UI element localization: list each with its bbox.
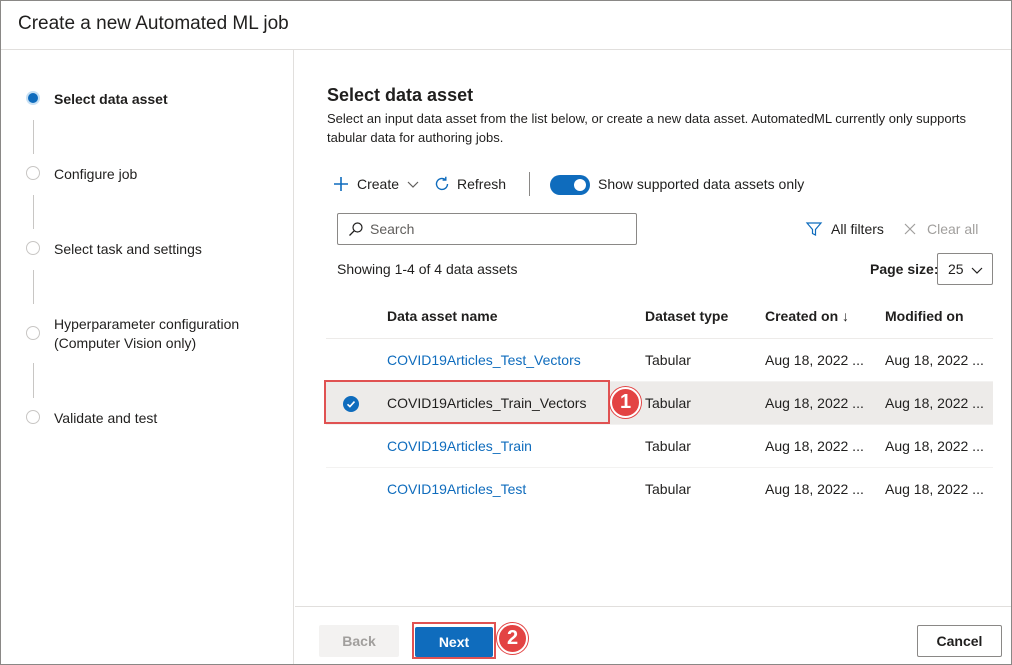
dialog-header: Create a new Automated ML job [1,1,1011,50]
refresh-button[interactable]: Refresh [433,172,506,196]
table-header: Data asset name Dataset type Created on … [326,295,993,339]
asset-modified: Aug 18, 2022 ... [885,352,984,368]
asset-type: Tabular [645,395,691,411]
step-connector [33,270,34,304]
search-input[interactable] [370,218,630,240]
asset-created: Aug 18, 2022 ... [765,481,864,497]
asset-created: Aug 18, 2022 ... [765,438,864,454]
checkmark-icon[interactable] [343,396,359,412]
column-header-type[interactable]: Dataset type [645,308,728,324]
callout-badge-1: 1 [610,387,641,418]
clear-all-button[interactable]: Clear all [903,218,978,240]
step-indicator-icon [26,410,40,424]
dialog-footer: Back Next Cancel [295,606,1011,664]
step-label: Hyperparameter configuration [54,316,240,332]
step-label: Configure job [54,166,138,182]
cancel-button[interactable]: Cancel [917,625,1002,657]
asset-name-link[interactable]: COVID19Articles_Train [387,438,532,454]
dialog-title: Create a new Automated ML job [18,13,289,34]
create-button[interactable]: Create [333,172,420,196]
step-connector [33,120,34,154]
step-label: Select task and settings [54,241,202,257]
filter-icon [805,222,823,236]
asset-type: Tabular [645,481,691,497]
table-row-selected[interactable]: COVID19Articles_Train_Vectors Tabular Au… [326,382,993,425]
page-size-label: Page size: [870,261,939,277]
step-indicator-icon [26,166,40,180]
chevron-down-icon [971,267,983,274]
column-header-name[interactable]: Data asset name [387,308,498,324]
step-active-indicator-icon [26,91,40,105]
asset-modified: Aug 18, 2022 ... [885,481,984,497]
search-box [337,213,637,245]
results-summary: Showing 1-4 of 4 data assets [337,261,518,277]
toolbar: Create Refresh Show supported data asset… [331,172,831,196]
step-label: Validate and test [54,410,158,426]
toggle-label: Show supported data assets only [598,176,805,192]
data-assets-table: Data asset name Dataset type Created on … [326,295,993,511]
section-description: Select an input data asset from the list… [327,111,967,145]
wizard-steps: Select data asset Configure job Select t… [1,50,294,664]
back-button[interactable]: Back [319,625,399,657]
chevron-down-icon [407,181,419,188]
step-indicator-icon [26,326,40,340]
column-header-modified[interactable]: Modified on [885,308,964,324]
asset-created: Aug 18, 2022 ... [765,352,864,368]
page-size-value: 25 [948,261,964,277]
step-connector [33,195,34,229]
table-row[interactable]: COVID19Articles_Test_Vectors Tabular Aug… [326,339,993,382]
section-title: Select data asset [327,85,474,105]
step-connector [33,363,34,398]
table-row[interactable]: COVID19Articles_Test Tabular Aug 18, 202… [326,468,993,511]
asset-modified: Aug 18, 2022 ... [885,438,984,454]
asset-modified: Aug 18, 2022 ... [885,395,984,411]
next-button[interactable]: Next [415,627,493,657]
step-label-secondary: (Computer Vision only) [54,335,197,351]
asset-type: Tabular [645,352,691,368]
asset-name-link[interactable]: COVID19Articles_Train_Vectors [387,395,586,411]
all-filters-label: All filters [831,221,884,237]
step-label: Select data asset [54,91,168,107]
step-indicator-icon [26,241,40,255]
plus-icon [334,177,348,191]
main-panel: Select data asset Select an input data a… [295,50,1011,606]
toggle-knob [574,179,586,191]
create-label: Create [357,176,400,192]
asset-name-link[interactable]: COVID19Articles_Test_Vectors [387,352,581,368]
clear-all-label: Clear all [927,221,979,237]
asset-created: Aug 18, 2022 ... [765,395,864,411]
column-header-created[interactable]: Created on ↓ [765,308,849,324]
all-filters-button[interactable]: All filters [805,218,884,240]
table-row[interactable]: COVID19Articles_Train Tabular Aug 18, 20… [326,425,993,468]
refresh-icon [435,176,449,191]
supported-assets-toggle[interactable] [550,175,590,195]
page-size-select[interactable]: 25 [937,253,993,285]
asset-name-link[interactable]: COVID19Articles_Test [387,481,526,497]
search-icon [349,222,363,236]
close-icon [904,223,916,235]
dialog: Create a new Automated ML job Select dat… [0,0,1012,665]
callout-badge-2: 2 [497,623,528,654]
asset-type: Tabular [645,438,691,454]
refresh-label: Refresh [457,176,507,192]
toolbar-divider [529,172,530,196]
